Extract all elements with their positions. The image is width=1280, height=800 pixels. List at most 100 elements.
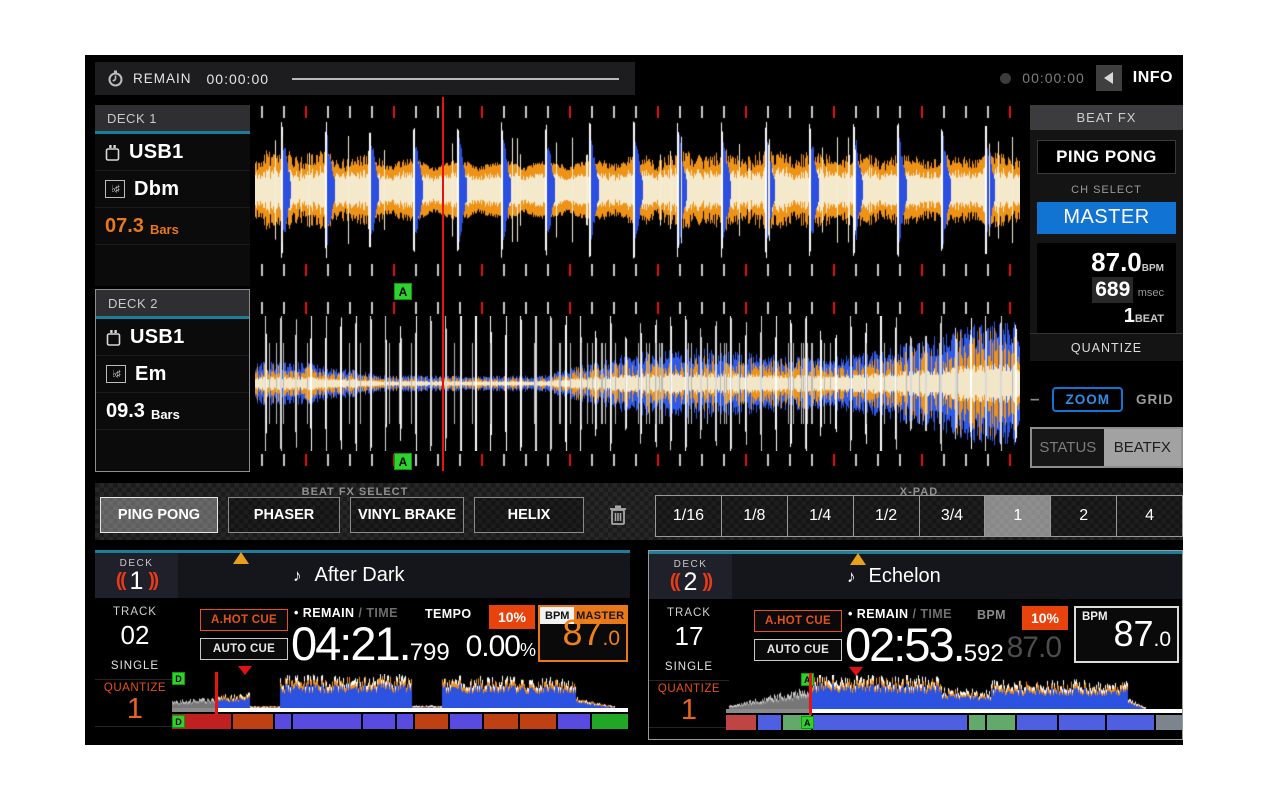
quantize-value: 1: [649, 695, 729, 726]
fx-bpm-unit: BPM: [1142, 263, 1164, 274]
fx-select-ping-pong[interactable]: PING PONG: [100, 497, 218, 533]
track-progress-bar: [292, 78, 619, 80]
deck1-key-row: Dbm: [95, 171, 250, 208]
stage: REMAIN 00:00:00 00:00:00 INFO DECK 1 USB…: [0, 0, 1280, 800]
deck2-key-label: Em: [135, 363, 167, 386]
deck2-overview-marker-icon: [849, 667, 863, 676]
deck2-phrase-cue-marker: A: [801, 716, 814, 729]
deck2-progress-line: [726, 709, 1182, 713]
deck1-bars-unit: Bars: [150, 222, 179, 237]
deck2-empty-row: [96, 430, 249, 466]
deck1-tempo-range-badge[interactable]: 10%: [489, 605, 535, 629]
deck2-onair-indicator: DECK (( 2 )): [649, 554, 732, 599]
delete-fx-button[interactable]: [605, 502, 631, 528]
deck1-bars-row: 07.3 Bars: [95, 208, 250, 245]
deck2-auto-cue-button[interactable]: AUTO CUE: [754, 639, 842, 661]
fx-quantize-button[interactable]: QUANTIZE: [1030, 333, 1183, 361]
phrase-segment: [363, 714, 395, 729]
xpad-cell-1-8[interactable]: 1/8: [722, 496, 788, 536]
bpm-decimal: .0: [1153, 628, 1171, 651]
xpad-cell-3-4[interactable]: 3/4: [920, 496, 986, 536]
fx-beat-unit: BEAT: [1135, 313, 1164, 325]
usb-icon: [106, 329, 121, 346]
deck1-source-label: USB1: [129, 141, 184, 164]
phrase-segment: [592, 714, 628, 729]
cue-marker-a-top: A: [394, 283, 412, 300]
deck2-play-mode: SINGLE: [649, 661, 729, 673]
deck2-bars-row: 09.3 Bars: [96, 393, 249, 430]
deck1-main-waveform[interactable]: [255, 121, 1020, 259]
fx-select-helix[interactable]: HELIX: [474, 497, 584, 533]
deck2-overview-waveform[interactable]: [726, 675, 1182, 709]
deck2-source-row: USB1: [96, 319, 249, 356]
deck1-beat-ticks-top: [255, 105, 1020, 119]
deck2-title-row: Echelon: [732, 554, 1182, 599]
trash-icon: [608, 504, 628, 526]
deck2-overview-area[interactable]: A: [726, 675, 1182, 709]
beatfx-tab[interactable]: BEATFX: [1104, 429, 1181, 466]
deck1-auto-cue-button[interactable]: AUTO CUE: [200, 638, 288, 660]
deck1-progress-line: [172, 708, 628, 712]
deck2-info-panel[interactable]: DECK 2 USB1 Em 09.3 Bars: [95, 289, 250, 472]
deck2-left-column: TRACK 17 SINGLE QUANTIZE 1: [649, 601, 729, 728]
deck1-phrase-bar[interactable]: [172, 714, 628, 729]
track-label: TRACK: [649, 607, 729, 619]
zoom-button[interactable]: ZOOM: [1052, 387, 1123, 412]
key-icon: [106, 365, 126, 383]
top-status-bar: REMAIN 00:00:00: [95, 62, 635, 95]
bpm-decimal: .0: [602, 627, 620, 650]
deck1-info-panel[interactable]: DECK 1 USB1 Dbm 07.3 Bars: [95, 105, 250, 286]
phrase-segment: [233, 714, 274, 729]
deck2-key-row: Em: [96, 356, 249, 393]
key-icon: [105, 180, 125, 198]
track-label: TRACK: [95, 606, 175, 618]
fx-name-display[interactable]: PING PONG: [1037, 140, 1176, 174]
deck1-overview-waveform[interactable]: [172, 674, 628, 708]
player-deck-2: DECK (( 2 )) Echelon TRACK 17 SINGLE QUA…: [648, 550, 1183, 740]
xpad-cell-2[interactable]: 2: [1051, 496, 1117, 536]
info-label[interactable]: INFO: [1133, 69, 1173, 87]
deck1-hot-cue-button[interactable]: A.HOT CUE: [200, 609, 288, 631]
xpad-cell-1[interactable]: 1: [985, 496, 1051, 536]
deck1-bars-value: 07.3: [105, 215, 144, 238]
deck1-left-column: TRACK 02 SINGLE QUANTIZE 1: [95, 600, 175, 727]
phrase-segment: [726, 715, 756, 730]
deck1-bpm-box: BPM MASTER 87.0: [538, 605, 628, 662]
deck2-info-title: DECK 2: [96, 290, 249, 319]
xpad-cell-1-2[interactable]: 1/2: [854, 496, 920, 536]
deck2-beat-ticks-top: [255, 301, 1020, 315]
zoom-out-button[interactable]: –: [1030, 394, 1039, 404]
deck2-tempo-range-badge[interactable]: 10%: [1022, 606, 1068, 630]
cue-marker-a-bottom: A: [394, 453, 412, 470]
music-note-icon: [847, 567, 856, 587]
xpad-cell-1-16[interactable]: 1/16: [656, 496, 722, 536]
info-collapse-button[interactable]: [1096, 65, 1122, 91]
quantize-value: 1: [95, 694, 175, 725]
remain-label[interactable]: REMAIN: [133, 71, 192, 86]
fx-select-phaser[interactable]: PHASER: [228, 497, 340, 533]
deck1-play-mode: SINGLE: [95, 660, 175, 672]
tempo-number: 0.00: [466, 630, 520, 663]
fx-select-vinyl-brake[interactable]: VINYL BRAKE: [350, 497, 464, 533]
ch-select-label: CH SELECT: [1030, 184, 1183, 196]
deck1-number: 1: [130, 569, 144, 593]
xpad-cell-1-4[interactable]: 1/4: [788, 496, 854, 536]
fx-msec-unit: msec: [1138, 287, 1164, 299]
deck2-header: DECK (( 2 )) Echelon: [649, 554, 1182, 599]
deck1-overview-area[interactable]: D: [172, 674, 628, 708]
xpad-cell-4[interactable]: 4: [1117, 496, 1182, 536]
grid-button[interactable]: GRID: [1136, 392, 1174, 407]
deck1-key-label: Dbm: [134, 178, 179, 201]
deck2-hot-cue-button[interactable]: A.HOT CUE: [754, 610, 842, 632]
master-channel-button[interactable]: MASTER: [1037, 202, 1176, 234]
deck1-phrase-cue-marker: D: [172, 715, 185, 728]
beatfx-panel: BEAT FX PING PONG CH SELECT MASTER 87.0B…: [1030, 105, 1183, 361]
status-tab[interactable]: STATUS: [1032, 429, 1104, 466]
deck2-main-waveform[interactable]: [255, 316, 1020, 451]
deck2-phrase-bar[interactable]: [726, 715, 1182, 730]
deck2-phrase-marker-icon: [850, 553, 866, 565]
fx-beat-value: 1: [1124, 305, 1135, 327]
onair-right-icon: )): [702, 570, 711, 594]
deck2-bpm-box: BPM 87.0: [1074, 606, 1179, 663]
deck2-source-label: USB1: [130, 326, 185, 349]
